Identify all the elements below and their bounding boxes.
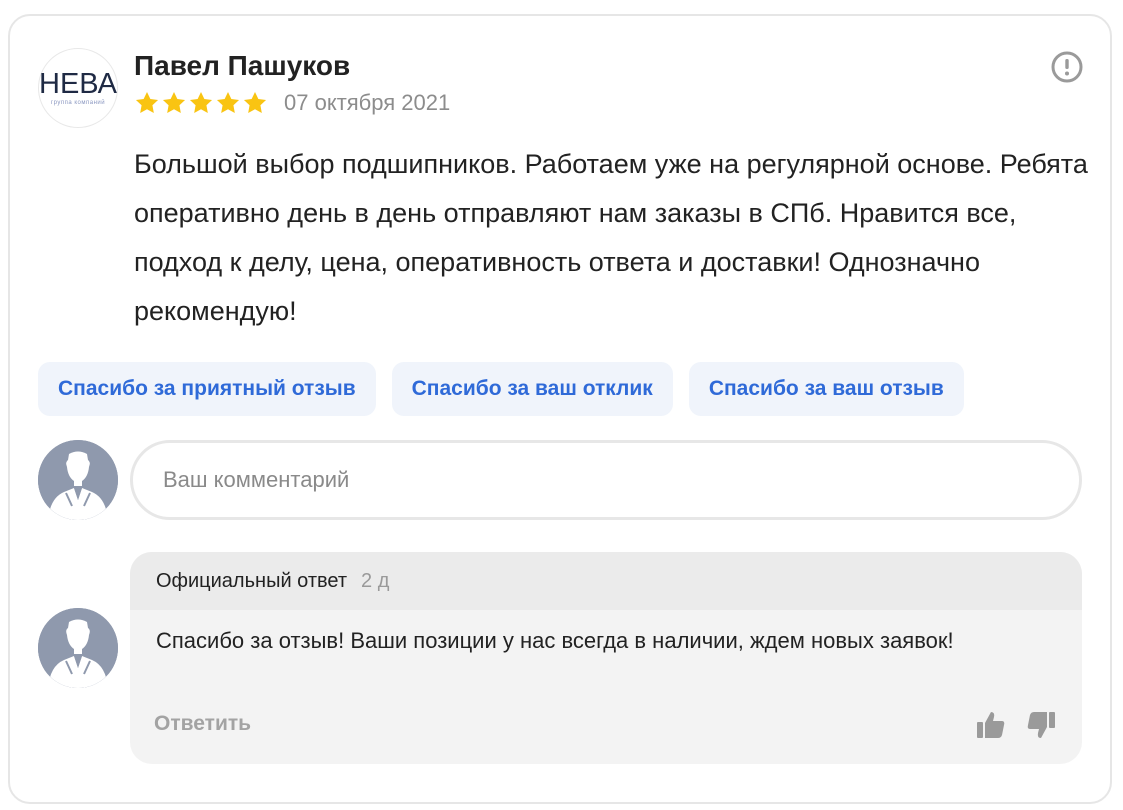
- star-icon: [216, 91, 240, 113]
- official-avatar: [38, 608, 118, 688]
- star-icon: [135, 91, 159, 113]
- quick-reply-button[interactable]: Спасибо за ваш отклик: [391, 362, 673, 416]
- logo-subtitle: группа компаний: [50, 100, 106, 106]
- author-logo[interactable]: НЕВА группа компаний: [38, 48, 118, 128]
- thumbs-up-icon[interactable]: [974, 708, 1008, 742]
- user-avatar: [38, 440, 118, 520]
- reply-button[interactable]: Ответить: [154, 712, 251, 736]
- official-reply-text: Спасибо за отзыв! Ваши позиции у нас все…: [156, 628, 954, 653]
- author-name[interactable]: Павел Пашуков: [134, 50, 350, 82]
- official-reply: Официальный ответ 2 д Спасибо за отзыв! …: [130, 552, 1082, 764]
- quick-replies: Спасибо за приятный отзыв Спасибо за ваш…: [38, 362, 964, 416]
- quick-reply-button[interactable]: Спасибо за приятный отзыв: [38, 362, 376, 416]
- star-icon: [243, 91, 267, 113]
- official-reply-header: Официальный ответ 2 д: [130, 552, 1082, 610]
- review-text: Большой выбор подшипников. Работаем уже …: [134, 149, 1088, 326]
- official-reply-label: Официальный ответ: [156, 569, 348, 592]
- star-icon: [162, 91, 186, 113]
- review-date: 07 октября 2021: [284, 90, 451, 115]
- rating-row: 07 октября 2021: [134, 90, 450, 116]
- star-icon: [189, 91, 213, 113]
- user-silhouette-icon: [38, 608, 118, 688]
- user-silhouette-icon: [38, 440, 118, 520]
- comment-input[interactable]: [130, 440, 1082, 520]
- logo-text: НЕВА: [39, 68, 118, 100]
- exclamation-circle-icon[interactable]: [1050, 50, 1084, 84]
- official-reply-age: 2 д: [361, 569, 390, 592]
- star-rating: [134, 90, 268, 116]
- review-card: НЕВА группа компаний Павел Пашуков 07 ок…: [8, 14, 1112, 804]
- quick-reply-button[interactable]: Спасибо за ваш отзыв: [688, 362, 964, 416]
- thumbs-down-icon[interactable]: [1024, 708, 1058, 742]
